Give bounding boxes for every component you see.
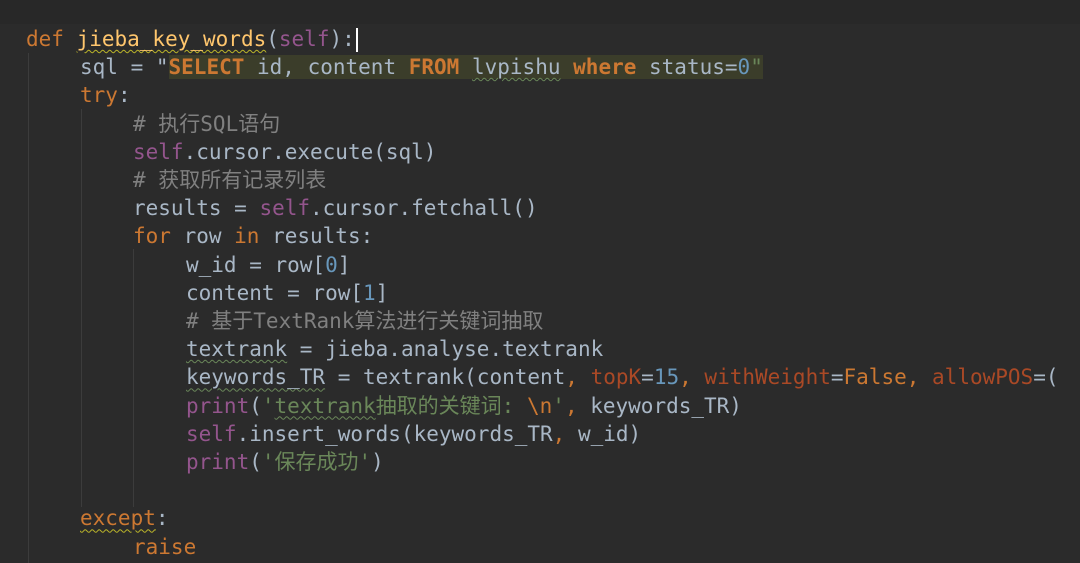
code-token: " (750, 55, 763, 80)
code-token: try (80, 83, 118, 108)
code-token: print (186, 393, 250, 418)
code-token: self (259, 196, 311, 221)
code-line[interactable]: # 基于TextRank算法进行关键词抽取 (186, 307, 543, 335)
code-token: : (155, 506, 169, 531)
code-token: 0 (737, 55, 751, 80)
code-token: ] (337, 252, 351, 277)
code-line[interactable]: for row in results: (133, 222, 373, 250)
code-token: , (679, 365, 705, 390)
code-area[interactable]: def jieba_key_words(self): sql = "SELECT … (0, 25, 1080, 563)
code-line[interactable]: # 执行SQL语句 (133, 110, 280, 138)
code-token: print (186, 450, 250, 474)
code-token: .cursor.fetchall() (310, 196, 538, 221)
code-token: raise (133, 534, 197, 559)
code-line[interactable]: w_id = row[0] (186, 251, 350, 279)
code-token: w_id) (577, 421, 642, 446)
code-line[interactable]: results = self.cursor.fetchall() (133, 194, 538, 222)
code-line[interactable]: content = row[1] (186, 279, 388, 307)
code-token: 15 (653, 365, 680, 390)
code-token: '保存成功' (261, 450, 372, 474)
code-token: results = (133, 196, 260, 221)
code-token: .cursor.execute(sql) (183, 139, 437, 164)
code-token: row (170, 224, 235, 249)
code-token: = (830, 365, 844, 390)
code-token: ' (552, 393, 565, 418)
code-token: self (278, 27, 330, 51)
code-token: self (186, 421, 237, 446)
code-line[interactable]: print('textrank抽取的关键词: \n', keywords_TR) (186, 392, 742, 420)
code-token: for (133, 224, 171, 249)
code-line[interactable]: self.insert_words(keywords_TR, w_id) (186, 420, 641, 448)
code-token: = (641, 365, 654, 390)
code-token: 0 (325, 252, 338, 277)
code-token: False (843, 365, 907, 390)
code-token: keywords_TR) (590, 393, 742, 418)
indent-guide (28, 53, 29, 563)
code-token: # 获取所有记录列表 (133, 168, 327, 192)
code-token: =( (1033, 365, 1059, 390)
code-token: FROM (408, 55, 460, 80)
table-name: lvpishu (471, 55, 561, 80)
code-token: , (906, 365, 933, 390)
indent-guide (133, 249, 134, 507)
code-line[interactable]: sql = "SELECT id, content FROM lvpishu w… (80, 53, 763, 81)
code-token: withWeight (704, 365, 831, 390)
code-token: , (552, 421, 578, 446)
code-token: in (234, 224, 260, 249)
code-token: where (573, 55, 637, 80)
indent-guide (81, 109, 82, 507)
code-token: # 基于TextRank算法进行关键词抽取 (186, 309, 544, 333)
code-token: content = row[ (186, 280, 364, 305)
text-caret (355, 28, 358, 52)
code-token: sql = " (80, 55, 169, 80)
code-token: w_id = row[ (186, 252, 326, 277)
code-line[interactable]: def jieba_key_words(self): (26, 25, 358, 53)
code-token: # 执行SQL语句 (133, 111, 281, 136)
code-token: .insert_words(keywords_TR (236, 421, 553, 446)
sql-string-highlight: SELECT id, content FROM lvpishu where st… (168, 55, 763, 80)
code-token: except (80, 506, 156, 531)
code-line[interactable]: keywords_TR = textrank(content, topK=15,… (186, 363, 1058, 391)
code-token: results: (259, 224, 374, 249)
code-token: : (117, 83, 131, 108)
code-token: SELECT (168, 55, 245, 80)
code-token: status= (636, 55, 738, 80)
code-token: def (26, 27, 77, 51)
code-token: ( (249, 393, 262, 418)
code-token: keywords_TR = textrank(content (186, 365, 566, 390)
code-editor[interactable]: def jieba_key_words(self): sql = "SELECT … (0, 0, 1080, 563)
code-token: id, content (244, 55, 409, 80)
code-token: 'textrank抽取的关键词: (261, 393, 527, 418)
code-token: self (133, 139, 184, 164)
code-token: ] (375, 280, 389, 305)
code-token: ( (249, 450, 262, 474)
code-line[interactable]: try: (80, 81, 131, 109)
code-token: allowPOS (932, 365, 1034, 390)
code-line[interactable]: textrank = jieba.analyse.textrank (186, 335, 603, 363)
code-line[interactable]: # 获取所有记录列表 (133, 166, 326, 194)
code-token: \n (526, 393, 553, 418)
code-token: , (565, 365, 591, 390)
code-line[interactable]: print('保存成功') (186, 448, 384, 476)
code-token: ): (329, 27, 355, 51)
code-token: jieba_key_words (76, 27, 267, 51)
code-token: ) (371, 450, 384, 474)
code-token: 1 (363, 280, 376, 305)
code-line[interactable]: self.cursor.execute(sql) (133, 138, 436, 166)
code-token: ( (266, 27, 279, 51)
code-line[interactable]: raise (133, 533, 196, 561)
code-token: , (564, 393, 591, 418)
editor-top-bar (0, 0, 1080, 24)
code-token: textrank = jieba.analyse.textrank (186, 337, 604, 362)
code-token: topK (590, 365, 642, 390)
code-line[interactable]: except: (80, 504, 169, 532)
